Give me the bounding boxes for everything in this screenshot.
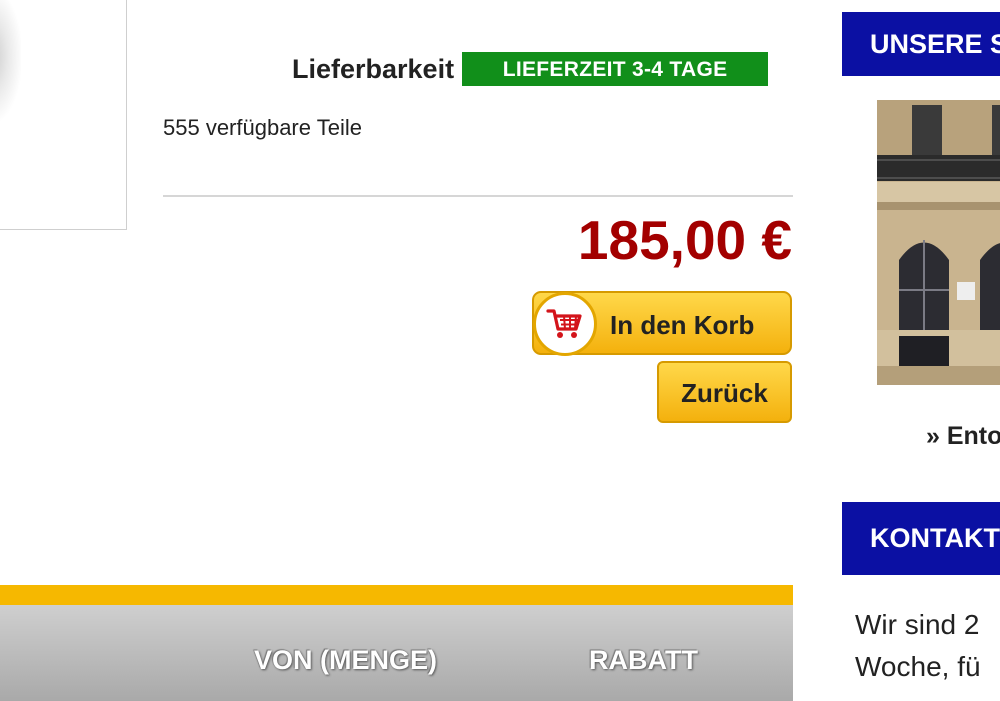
back-button[interactable]: Zurück bbox=[657, 361, 792, 423]
stores-link[interactable]: » Ento bbox=[926, 422, 1000, 451]
discount-table-header: VON (MENGE) RABATT bbox=[0, 605, 793, 701]
add-to-cart-label: In den Korb bbox=[610, 310, 755, 340]
column-header-quantity: VON (MENGE) bbox=[254, 645, 438, 675]
column-header-discount: RABATT bbox=[589, 645, 698, 675]
product-price: 185,00 € bbox=[577, 209, 792, 271]
product-image[interactable] bbox=[0, 0, 127, 230]
contact-line: Wir sind 2 bbox=[855, 609, 980, 640]
store-photo[interactable] bbox=[877, 100, 1000, 385]
store-facade-illustration bbox=[877, 100, 1000, 385]
contact-text: Wir sind 2 Woche, fü bbox=[855, 604, 981, 688]
add-to-cart-button[interactable]: In den Korb bbox=[532, 291, 792, 356]
shopping-cart-icon bbox=[533, 292, 597, 356]
product-page: Lieferbarkeit LIEFERZEIT 3-4 TAGE 555 ve… bbox=[0, 0, 1000, 701]
contact-box-title: KONTAKT bbox=[842, 502, 1000, 575]
discount-table-accent bbox=[0, 585, 793, 605]
product-image-shadow bbox=[0, 0, 21, 121]
availability-badge: LIEFERZEIT 3-4 TAGE bbox=[462, 52, 769, 86]
stores-box-title: UNSERE S bbox=[842, 12, 1000, 76]
stock-count: 555 verfügbare Teile bbox=[163, 115, 362, 140]
divider bbox=[163, 195, 793, 197]
contact-line: Woche, fü bbox=[855, 651, 981, 682]
availability-label: Lieferbarkeit bbox=[292, 53, 455, 84]
availability-row: Lieferbarkeit LIEFERZEIT 3-4 TAGE bbox=[292, 52, 769, 86]
